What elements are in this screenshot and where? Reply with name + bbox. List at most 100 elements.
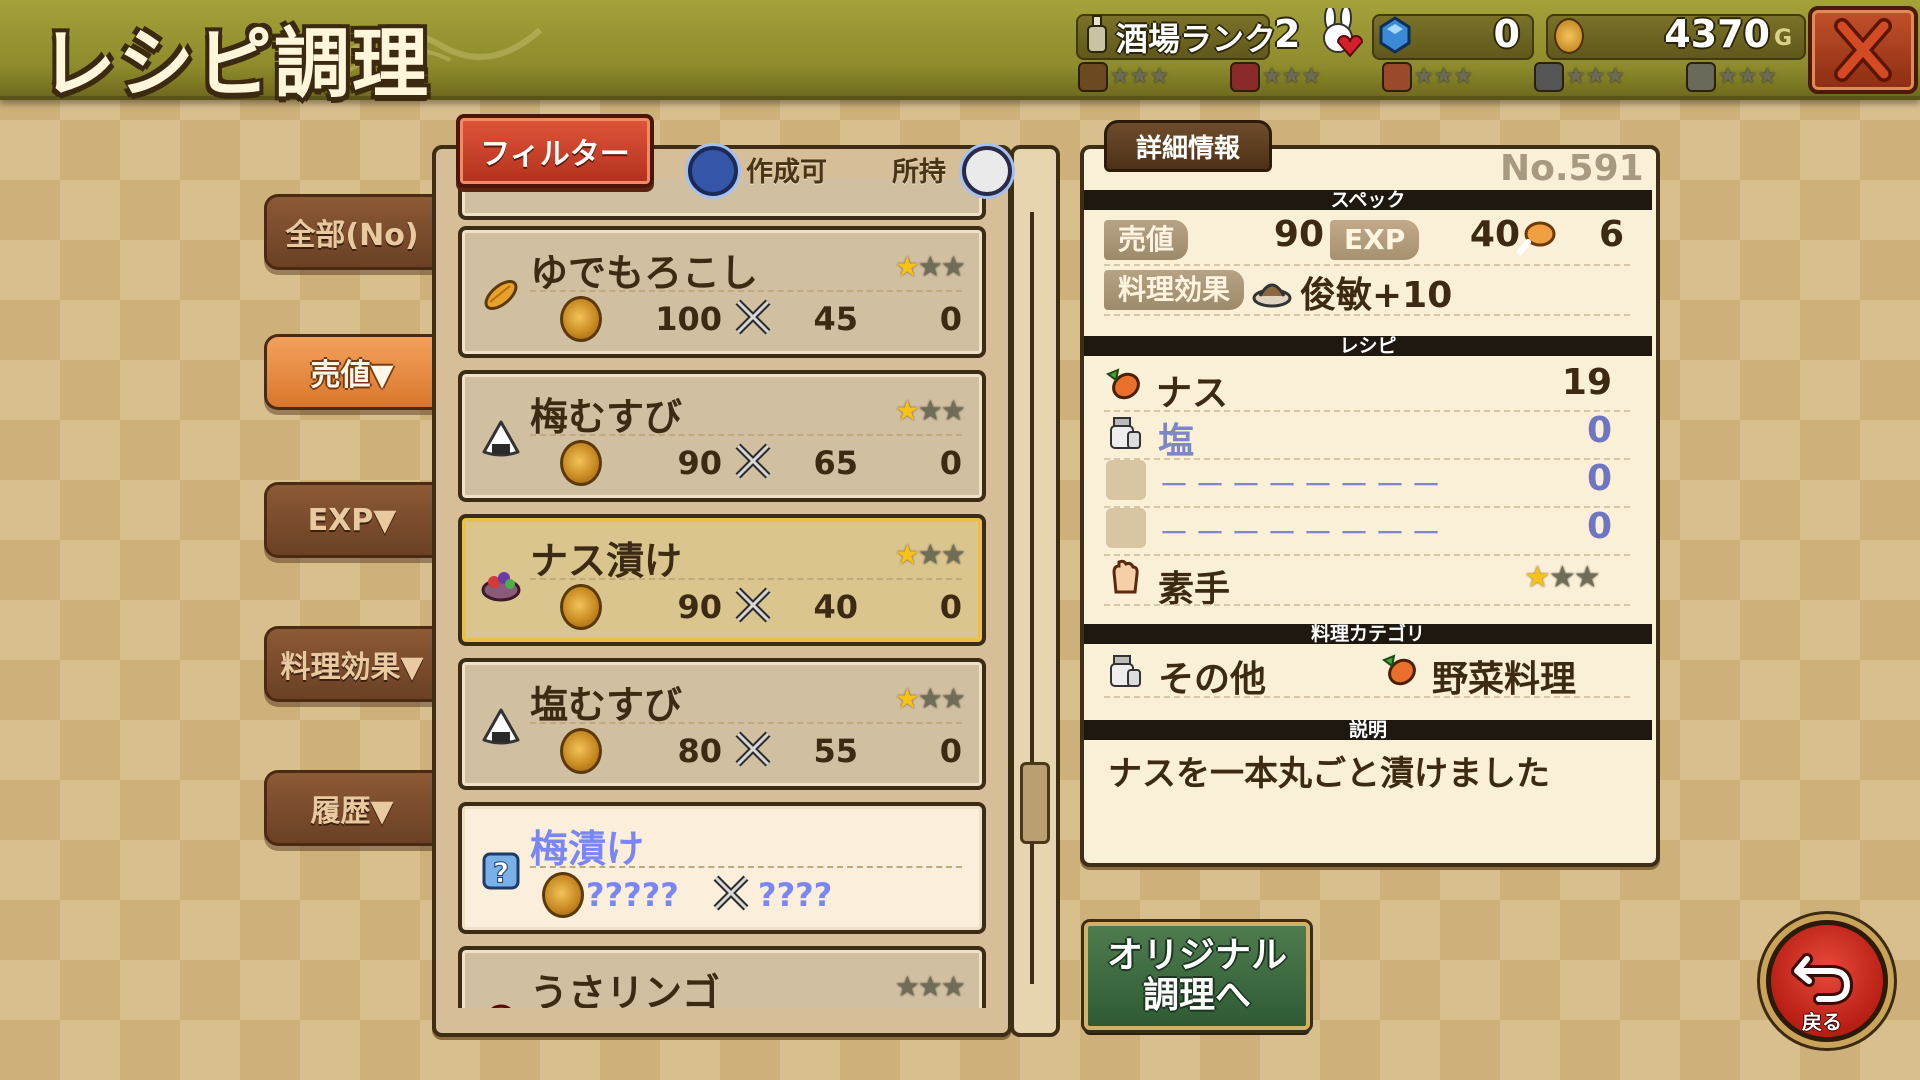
recipe-name: うさリンゴ xyxy=(530,971,721,1008)
coin-icon xyxy=(560,440,602,486)
price-label: 売値 xyxy=(1104,220,1189,260)
owned-toggle-label[interactable]: 所持 xyxy=(892,150,946,189)
recipe-owned-count: 0 xyxy=(939,732,962,770)
recipe-name: ナス漬け xyxy=(530,539,683,583)
star-icon: ★★★ xyxy=(1718,64,1778,89)
list-item-unknown[interactable]: ? 梅漬け ????? ???? xyxy=(458,802,986,934)
list-item[interactable]: うさリンゴ ★★★ xyxy=(458,946,986,1008)
filter-button[interactable]: フィルター xyxy=(456,114,654,188)
bunny-heart-icon xyxy=(1323,8,1364,58)
sort-tab-all[interactable]: 全部(No) xyxy=(264,194,437,270)
recipe-name: 梅むすび xyxy=(530,395,683,439)
description-text: ナスを一本丸ごと漬けました xyxy=(1108,754,1550,794)
recipe-owned-count: 0 xyxy=(939,300,962,338)
onigiri-icon xyxy=(482,708,520,745)
coin-icon xyxy=(560,296,602,342)
craftable-toggle-label[interactable]: 作成可 xyxy=(746,150,827,189)
original-button-line1: オリジナル xyxy=(1106,935,1287,976)
gold-coin-icon xyxy=(1554,18,1584,54)
list-item[interactable]: ゆでもろこし ★★★ 100 45 0 xyxy=(458,226,986,358)
recipe-list: ゆでもろこし ★★★ 100 45 0 梅むすび ★★★ 90 65 0 ナス漬… xyxy=(452,178,988,1008)
sort-tab-exp[interactable]: EXP▼ xyxy=(264,482,437,558)
skill-stars-row: ★★★ ★★★ ★★★ ★★★ ★★★ xyxy=(1078,62,1798,92)
other-category-icon xyxy=(1110,655,1141,687)
sort-tab-price[interactable]: 売値▼ xyxy=(264,334,437,410)
bottle-icon xyxy=(1087,15,1107,53)
tavern-rank-value: 2 xyxy=(1274,12,1301,56)
fork-knife-icon xyxy=(735,299,771,335)
description-header: 説明 xyxy=(1084,720,1652,740)
recipe-price: 80 xyxy=(677,732,722,770)
detail-exp: 40 xyxy=(1469,214,1520,255)
list-item-selected[interactable]: ナス漬け ★★★ 90 40 0 xyxy=(458,514,986,646)
row-divider xyxy=(530,290,962,292)
recipe-exp: 55 xyxy=(813,732,858,770)
detail-extra-value: 6 xyxy=(1598,214,1624,255)
original-cooking-button[interactable]: オリジナル 調理へ xyxy=(1084,922,1310,1030)
ingredient-name: ナス xyxy=(1156,373,1229,414)
coin-icon xyxy=(560,584,602,630)
salt-jar-icon xyxy=(1110,417,1141,449)
fork-knife-icon xyxy=(735,443,771,479)
apple-icon xyxy=(491,1004,511,1008)
ingredient-name: 塩 xyxy=(1158,421,1195,462)
detail-info-tab: 詳細情報 xyxy=(1104,120,1272,172)
skill-mixer-stars: ★★★ xyxy=(1686,62,1777,92)
ingredient-count: 0 xyxy=(1586,410,1612,451)
row-divider xyxy=(1104,604,1630,606)
category-name: 野菜料理 xyxy=(1432,659,1577,700)
category-header: 料理カテゴリ xyxy=(1084,624,1652,644)
coin-icon xyxy=(542,872,584,918)
corn-icon xyxy=(484,280,518,310)
detail-price: 90 xyxy=(1273,214,1324,255)
owned-toggle-icon[interactable] xyxy=(962,146,1012,196)
sort-tab-label: 売値▼ xyxy=(310,358,394,393)
sort-tab-label: EXP▼ xyxy=(307,502,397,538)
ingredient-count: 0 xyxy=(1586,506,1612,547)
star-icon: ★★★ xyxy=(1110,64,1170,89)
skill-pan-stars: ★★★ xyxy=(1534,62,1625,92)
scrollbar-thumb[interactable] xyxy=(1020,762,1050,844)
rating-stars: ★★★ xyxy=(894,394,966,427)
recipe-price: 90 xyxy=(677,588,722,626)
craftable-toggle-icon[interactable] xyxy=(688,146,738,196)
gold-unit: G xyxy=(1774,26,1793,51)
scrollbar-track[interactable] xyxy=(1010,145,1060,1037)
knife-skill-icon xyxy=(1230,62,1260,92)
recipe-exp: 65 xyxy=(813,444,858,482)
star-icon: ★★★ xyxy=(1566,64,1626,89)
row-divider xyxy=(530,722,962,724)
row-divider xyxy=(1104,314,1630,316)
svg-text:?: ? xyxy=(493,856,509,889)
dish-icon xyxy=(1252,283,1292,308)
back-button-label: 戻る xyxy=(1802,1010,1842,1034)
row-divider xyxy=(1104,696,1630,698)
category-name: その他 xyxy=(1158,659,1267,700)
tavern-rank-label: 酒場ランク xyxy=(1116,20,1277,58)
gem-icon xyxy=(1379,16,1411,54)
pan-skill-icon xyxy=(1534,62,1564,92)
skill-cooking-stars: ★★★ xyxy=(1078,62,1169,92)
gold-amount: 4370 xyxy=(1664,12,1770,56)
recipe-exp: 40 xyxy=(813,588,858,626)
page-title: レシピ調理 xyxy=(40,19,430,108)
rating-stars: ★★★ xyxy=(894,682,966,715)
sort-tab-label: 全部(No) xyxy=(285,218,419,253)
sort-tab-effect[interactable]: 料理効果▼ xyxy=(264,626,437,702)
close-button[interactable] xyxy=(1808,6,1918,94)
exp-label: EXP xyxy=(1330,220,1420,260)
sort-tab-history[interactable]: 履歴▼ xyxy=(264,770,437,846)
list-item[interactable]: 塩むすび ★★★ 80 55 0 xyxy=(458,658,986,790)
recipe-header: レシピ xyxy=(1084,336,1652,356)
skill-oven-stars: ★★★ xyxy=(1382,62,1473,92)
rating-stars: ★★★ xyxy=(894,538,966,571)
sort-tab-label: 料理効果▼ xyxy=(280,650,424,685)
question-mark-icon: ? xyxy=(482,852,520,890)
ingredient-count: 0 xyxy=(1586,458,1612,499)
mixer-skill-icon xyxy=(1686,62,1716,92)
ingredient-count: 19 xyxy=(1561,362,1612,403)
ingredient-name: －－－－－－－－ xyxy=(1158,514,1447,552)
list-item[interactable]: 梅むすび ★★★ 90 65 0 xyxy=(458,370,986,502)
ingredient-name: －－－－－－－－ xyxy=(1158,466,1447,504)
recipe-number: No.591 xyxy=(1500,148,1644,189)
